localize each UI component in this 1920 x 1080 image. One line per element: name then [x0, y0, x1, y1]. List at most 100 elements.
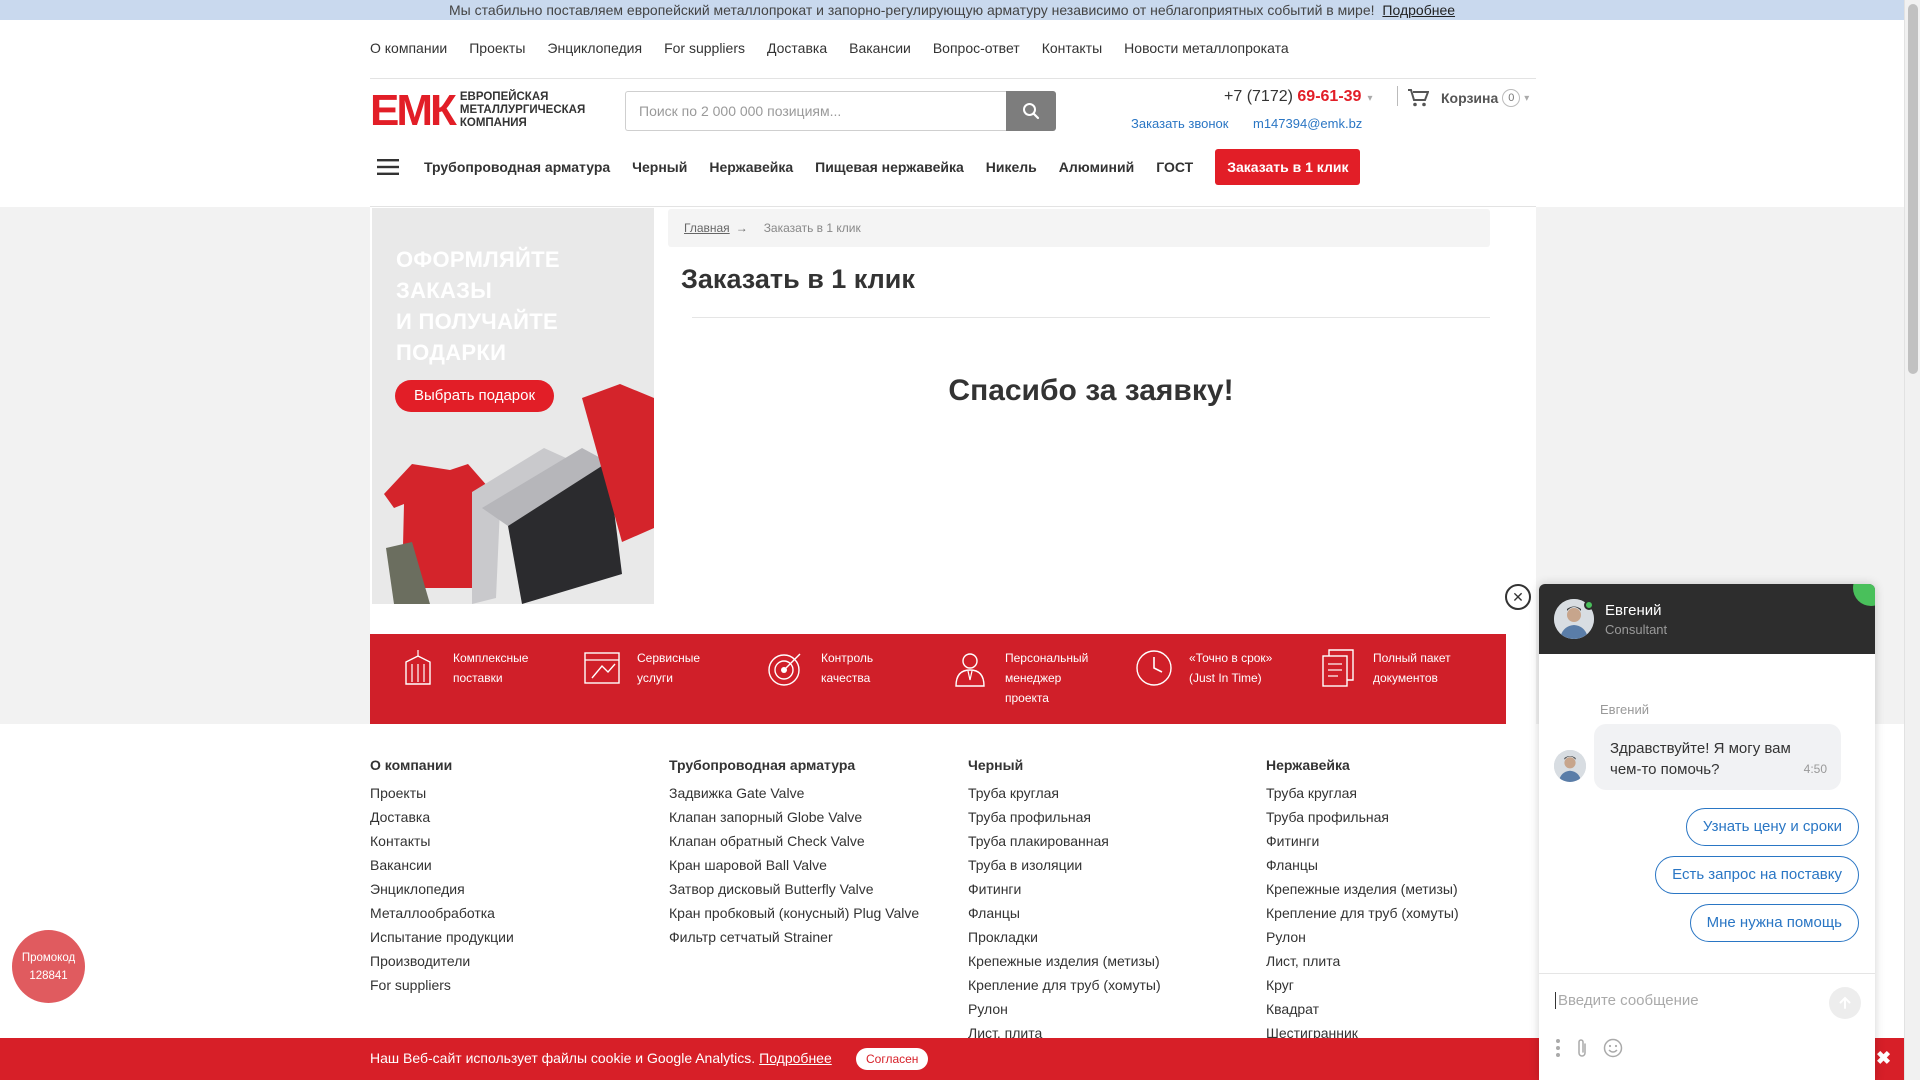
- catalog-nickel[interactable]: Никель: [986, 159, 1037, 175]
- top-menu-about[interactable]: О компании: [370, 40, 447, 56]
- footer-link[interactable]: Труба плакированная: [968, 832, 1161, 851]
- notice-more-link[interactable]: Подробнее: [1382, 2, 1455, 18]
- menu-icon[interactable]: [370, 150, 406, 184]
- top-menu-vacancies[interactable]: Вакансии: [849, 40, 911, 56]
- top-menu-faq[interactable]: Вопрос-ответ: [933, 40, 1020, 56]
- footer-link[interactable]: Труба круглая: [968, 784, 1161, 803]
- footer-link[interactable]: Фланцы: [1266, 856, 1459, 875]
- search-input[interactable]: [625, 91, 1006, 131]
- top-menu-delivery[interactable]: Доставка: [767, 40, 827, 56]
- attach-icon[interactable]: [1575, 1038, 1589, 1058]
- footer-link[interactable]: Прокладки: [968, 928, 1161, 947]
- footer-link[interactable]: Кран пробковый (конусный) Plug Valve: [669, 904, 919, 923]
- choose-gift-button[interactable]: Выбрать подарок: [395, 380, 554, 412]
- footer-link[interactable]: Рулон: [1266, 928, 1459, 947]
- footer-link[interactable]: Фитинги: [968, 880, 1161, 899]
- top-menu-encyclopedia[interactable]: Энциклопедия: [547, 40, 642, 56]
- feature-item: Персональный менеджер проекта: [922, 634, 1106, 724]
- footer-link[interactable]: Металлообработка: [370, 904, 514, 923]
- breadcrumb-home[interactable]: Главная: [684, 221, 730, 235]
- divider: [692, 317, 1490, 318]
- footer-link[interactable]: Крепежные изделия (метизы): [968, 952, 1161, 971]
- footer-column-title[interactable]: Нержавейка: [1266, 757, 1459, 773]
- footer-link[interactable]: Крепление для труб (хомуты): [1266, 904, 1459, 923]
- send-button[interactable]: [1829, 987, 1861, 1019]
- chat-message: Здравствуйте! Я могу вам чем-то помочь? 4…: [1594, 724, 1841, 790]
- callback-link[interactable]: Заказать звонок: [1131, 116, 1228, 131]
- footer-link[interactable]: Лист, плита: [1266, 952, 1459, 971]
- thank-you-message: Спасибо за заявку!: [948, 374, 1234, 407]
- notice-text: Мы стабильно поставляем европейский мета…: [448, 2, 1375, 18]
- footer-link[interactable]: Производители: [370, 952, 514, 971]
- close-icon[interactable]: ✖: [1876, 1048, 1891, 1069]
- quick-reply-price[interactable]: Узнать цену и сроки: [1685, 808, 1859, 846]
- footer-column-title[interactable]: Черный: [968, 757, 1161, 773]
- footer-link[interactable]: Рулон: [968, 1000, 1161, 1019]
- order-one-click-button[interactable]: Заказать в 1 клик: [1215, 149, 1361, 185]
- top-menu-news[interactable]: Новости металлопроката: [1124, 40, 1288, 56]
- page-title: Заказать в 1 клик: [681, 264, 915, 294]
- catalog-gost[interactable]: ГОСТ: [1156, 159, 1193, 175]
- footer-link[interactable]: Крепление для труб (хомуты): [968, 976, 1161, 995]
- footer-link[interactable]: Доставка: [370, 808, 514, 827]
- footer-column-stainless: Нержавейка Труба круглая Труба профильна…: [1266, 757, 1459, 1048]
- footer-link[interactable]: For suppliers: [370, 976, 514, 995]
- footer-link[interactable]: Энциклопедия: [370, 880, 514, 899]
- top-menu-suppliers[interactable]: For suppliers: [664, 40, 745, 56]
- top-menu-contacts[interactable]: Контакты: [1042, 40, 1102, 56]
- footer-link[interactable]: Испытание продукции: [370, 928, 514, 947]
- catalog-food-stainless[interactable]: Пищевая нержавейка: [815, 159, 964, 175]
- footer-link[interactable]: Труба круглая: [1266, 784, 1459, 803]
- footer-link[interactable]: Фитинги: [1266, 832, 1459, 851]
- catalog-pipe-valves[interactable]: Трубопроводная арматура: [424, 159, 610, 175]
- page-scrollbar[interactable]: [1904, 0, 1920, 1080]
- scrollbar-thumb[interactable]: [1908, 4, 1918, 374]
- footer-link[interactable]: Клапан запорный Globe Valve: [669, 808, 919, 827]
- top-menu-projects[interactable]: Проекты: [469, 40, 525, 56]
- email-link[interactable]: m147394@emk.bz: [1253, 116, 1362, 131]
- footer-link[interactable]: Фланцы: [968, 904, 1161, 923]
- catalog-black[interactable]: Черный: [632, 159, 687, 175]
- gift-banner[interactable]: Оформляйте заказы и получайте подарки Вы…: [372, 208, 654, 604]
- footer-link[interactable]: Труба профильная: [968, 808, 1161, 827]
- footer-link[interactable]: Вакансии: [370, 856, 514, 875]
- cookie-more-link[interactable]: Подробнее: [759, 1050, 832, 1066]
- feature-label: «Точно в срок» (Just In Time): [1189, 651, 1273, 685]
- footer-link[interactable]: Круг: [1266, 976, 1459, 995]
- company-logo[interactable]: ЕМК Европейская металлургическая компани…: [370, 89, 606, 133]
- footer-link[interactable]: Труба в изоляции: [968, 856, 1161, 875]
- footer-column-title[interactable]: О компании: [370, 757, 514, 773]
- message-sender: Евгений: [1600, 702, 1649, 717]
- cookie-agree-button[interactable]: Согласен: [856, 1048, 929, 1070]
- breadcrumb: Главная → Заказать в 1 клик: [668, 209, 1490, 247]
- cart-button[interactable]: Корзина 0 ▾: [1407, 88, 1529, 108]
- footer-link[interactable]: Клапан обратный Check Valve: [669, 832, 919, 851]
- footer-link[interactable]: Кран шаровой Ball Valve: [669, 856, 919, 875]
- chevron-down-icon: ▾: [1524, 92, 1530, 104]
- footer-link[interactable]: Затвор дисковый Butterfly Valve: [669, 880, 919, 899]
- more-vertical-icon[interactable]: [1555, 1038, 1561, 1058]
- catalog-aluminium[interactable]: Алюминий: [1059, 159, 1134, 175]
- quick-reply-help[interactable]: Мне нужна помощь: [1689, 904, 1859, 942]
- footer-link[interactable]: Труба профильная: [1266, 808, 1459, 827]
- footer-link[interactable]: Фильтр сетчатый Strainer: [669, 928, 919, 947]
- phone-number[interactable]: +7 (7172) 69-61-39 ▾: [1224, 88, 1372, 106]
- promo-code-badge[interactable]: Промокод 128841: [12, 930, 85, 1003]
- catalog-stainless[interactable]: Нержавейка: [709, 159, 793, 175]
- footer-link[interactable]: Крепежные изделия (метизы): [1266, 880, 1459, 899]
- feature-item: Комплексные поставки: [370, 634, 554, 724]
- feature-item: «Точно в срок» (Just In Time): [1106, 634, 1290, 724]
- footer-link[interactable]: Контакты: [370, 832, 514, 851]
- footer-column-title[interactable]: Трубопроводная арматура: [669, 757, 919, 773]
- emoji-icon[interactable]: [1603, 1038, 1623, 1058]
- footer-link[interactable]: Задвижка Gate Valve: [669, 784, 919, 803]
- quick-reply-request[interactable]: Есть запрос на поставку: [1655, 856, 1859, 894]
- close-chat-icon[interactable]: ✕: [1505, 584, 1531, 610]
- search-button[interactable]: [1006, 91, 1056, 131]
- footer-link[interactable]: Квадрат: [1266, 1000, 1459, 1019]
- feature-label: Комплексные поставки: [453, 651, 529, 685]
- footer-link[interactable]: Проекты: [370, 784, 514, 803]
- chat-message-input[interactable]: Введите сообщение: [1555, 992, 1699, 1009]
- chat-header: Евгений Consultant: [1539, 584, 1875, 654]
- feature-label: Контроль качества: [821, 651, 874, 685]
